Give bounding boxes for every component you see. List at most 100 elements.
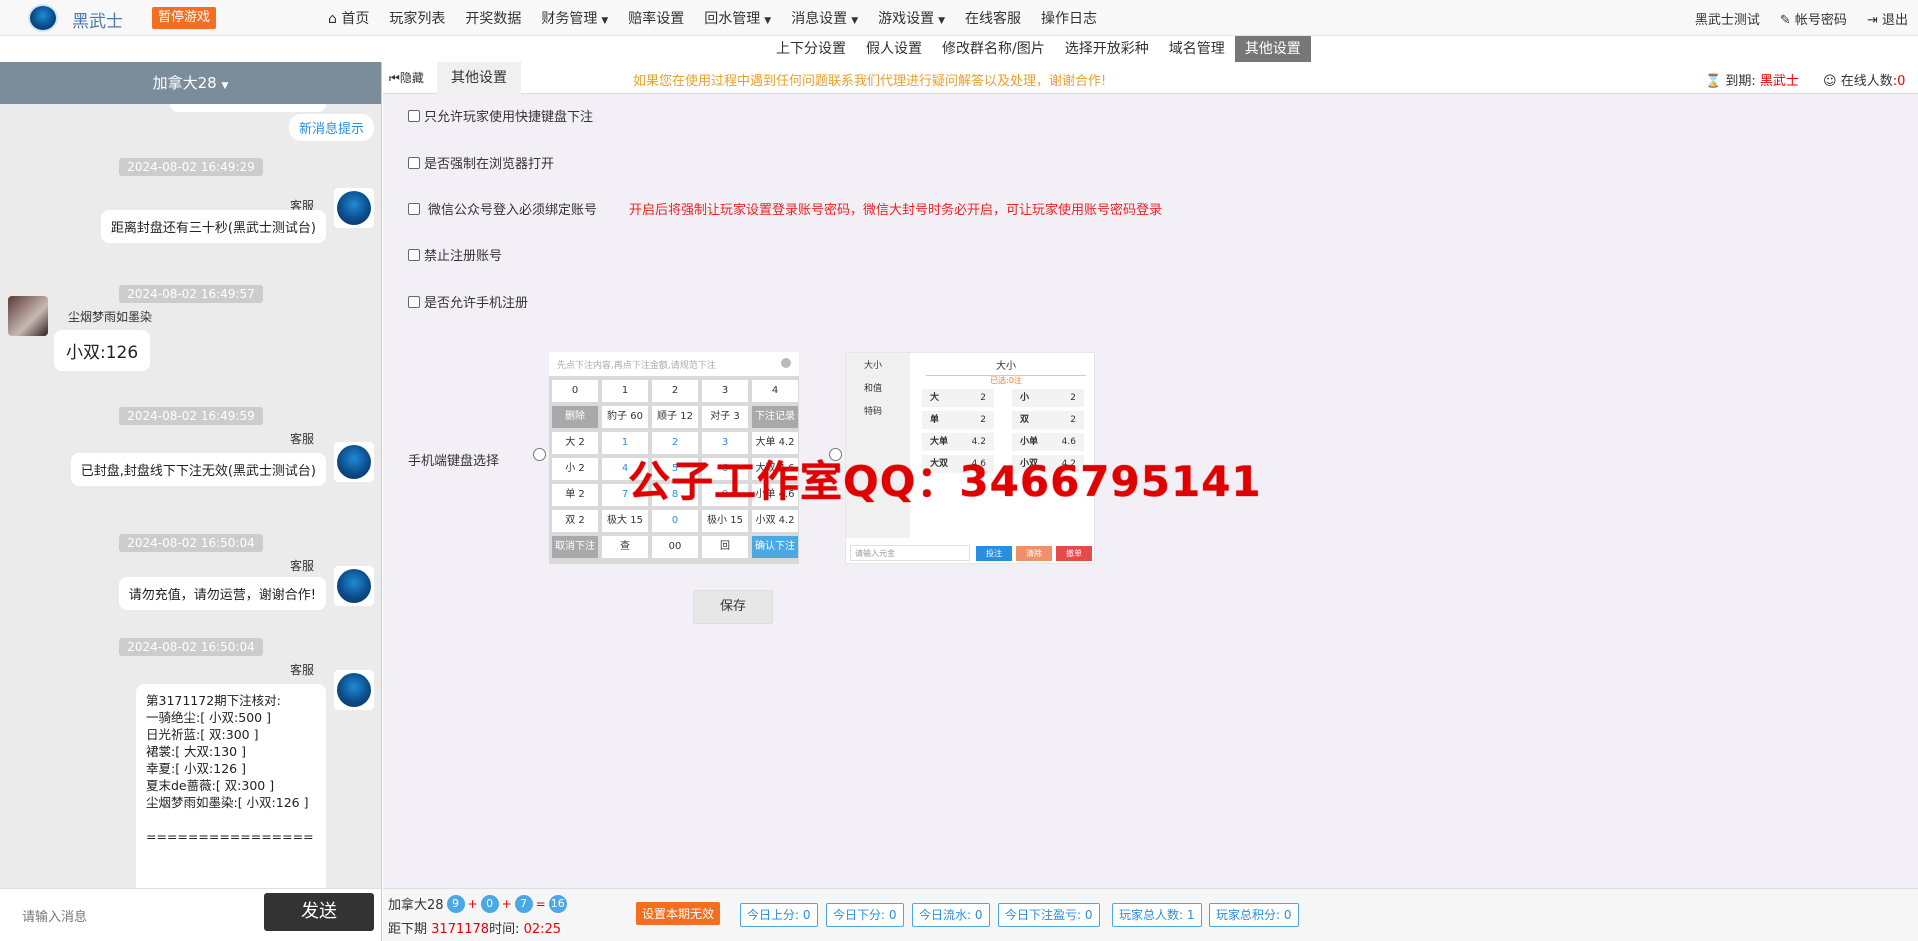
chat-input-bar: 请输入消息 发送 <box>0 888 382 941</box>
save-button[interactable]: 保存 <box>693 590 773 624</box>
kb2-cell: 单2 <box>922 411 994 429</box>
send-button[interactable]: 发送 <box>264 893 374 931</box>
stat-box: 玩家总积分: 0 <box>1209 903 1299 927</box>
kb1-key: 删除 <box>552 406 598 428</box>
kb2-button: 投注 <box>976 546 1012 561</box>
sub-nav-item[interactable]: 其他设置 <box>1234 36 1311 62</box>
nav-item[interactable]: 操作日志 <box>1031 8 1107 28</box>
setting-force-browser[interactable]: 是否强制在浏览器打开 <box>408 153 554 172</box>
keyboard1-radio[interactable] <box>533 448 546 461</box>
user-icon: ☺ <box>1823 74 1837 89</box>
edit-icon: ✎ <box>1779 12 1791 28</box>
kb1-key: 4 <box>752 380 798 402</box>
kb2-cell: 大2 <box>922 389 994 407</box>
nav-item[interactable]: 游戏设置 ▼ <box>868 8 955 28</box>
kb2-side-item: 大小 <box>864 361 883 371</box>
result-ball: 7 <box>514 894 533 913</box>
message-bubble: 距离封盘还有三十秒(黑武士测试台) <box>100 210 326 243</box>
kb1-key: 极小 15 <box>702 510 748 532</box>
checkbox[interactable] <box>408 295 420 308</box>
tab-other-settings[interactable]: 其他设置 <box>437 62 521 94</box>
current-user[interactable]: 黑武士测试 <box>1685 9 1770 28</box>
setting-disable-register[interactable]: 禁止注册账号 <box>408 245 502 264</box>
setting-allow-phone-register[interactable]: 是否允许手机注册 <box>408 292 528 311</box>
kb1-key: 0 <box>552 380 598 402</box>
setting-quick-keyboard[interactable]: 只允许玩家使用快捷键盘下注 <box>408 106 593 125</box>
set-period-invalid-button[interactable]: 设置本期无效 <box>636 902 721 925</box>
result-ball: 9 <box>446 894 465 913</box>
nav-item[interactable]: 开奖数据 <box>455 8 531 28</box>
kb1-key: 2 <box>652 380 698 402</box>
expire-info: ⌛ 到期: 黑武士 <box>1705 74 1799 89</box>
nav-item[interactable]: 财务管理 ▼ <box>531 8 618 28</box>
hide-panel-button[interactable]: ⏮隐藏 <box>389 69 424 86</box>
avatar[interactable] <box>334 566 374 606</box>
checkbox[interactable] <box>408 109 420 122</box>
kb1-key: 取消下注 <box>552 536 598 558</box>
checkbox[interactable] <box>408 156 420 169</box>
avatar[interactable] <box>334 442 374 482</box>
result-ball: 0 <box>480 894 499 913</box>
message-sender: 客服 <box>289 559 314 573</box>
checkbox[interactable] <box>408 202 420 215</box>
top-navbar: 黑武士 暂停游戏 ⌂ 首页 玩家列表 开奖数据 财务管理 ▼ 赔率设置 回水管理 ▼ 消息设置 ▼… <box>0 0 1918 36</box>
setting-wechat-bind[interactable]: 微信公众号登入必须绑定账号 开启后将强制让玩家设置登录账号密码，微信大封号时务必开… <box>408 199 1162 218</box>
message-input[interactable]: 请输入消息 <box>22 906 87 925</box>
kb1-key: 0 <box>652 510 698 532</box>
nav-item[interactable]: ⌂ 首页 <box>318 8 379 28</box>
watermark-text: 公子工作室QQ：3466795141 <box>628 457 1262 506</box>
avatar[interactable] <box>334 188 374 228</box>
caret-down-icon: ▼ <box>764 16 772 26</box>
kb1-key: 豹子 60 <box>602 406 648 428</box>
home-icon: ⌂ <box>328 11 342 27</box>
chat-panel: 加拿大28 ▼ 新消息提示 2024-08-02 16:49:29 客服 距离封盘还… <box>0 62 382 888</box>
sub-nav-item[interactable]: 选择开放彩种 <box>1055 36 1159 62</box>
logout-icon: ⇥ <box>1866 12 1878 28</box>
sub-nav-item[interactable]: 上下分设置 <box>766 36 856 62</box>
kb2-button: 清除 <box>1016 546 1052 561</box>
message-timestamp: 2024-08-02 16:49:57 <box>0 285 381 303</box>
avatar[interactable] <box>334 670 374 710</box>
message-bubble: 第3171172期下注核对: 一骑绝尘:[ 小双:500 ] 日光祈蓝:[ 双:… <box>136 684 326 888</box>
logout-link[interactable]: ⇥ 退出 <box>1857 9 1918 28</box>
caret-down-icon: ▼ <box>601 16 609 26</box>
kb2-side-item: 和值 <box>864 384 883 394</box>
kb2-amount-input: 请输入元金 <box>850 545 970 561</box>
partial-message-bubble <box>170 104 326 112</box>
kb2-cell: 小2 <box>1012 389 1084 407</box>
kb2-head: 大小 <box>926 357 1086 376</box>
chat-messages: 新消息提示 2024-08-02 16:49:29 客服 距离封盘还有三十秒(黑武士… <box>0 104 381 888</box>
checkbox[interactable] <box>408 248 420 261</box>
kb1-key: 小双 4.2 <box>752 510 798 532</box>
nav-item[interactable]: 玩家列表 <box>379 8 455 28</box>
nav-item[interactable]: 消息设置 ▼ <box>781 8 868 28</box>
next-period: 距下期 3171178时间: 02:25 <box>388 922 562 937</box>
sub-nav-item[interactable]: 假人设置 <box>856 36 932 62</box>
kb1-key: 单 2 <box>552 484 598 506</box>
pause-game-button[interactable]: 暂停游戏 <box>152 7 217 29</box>
nav-item[interactable]: 回水管理 ▼ <box>694 8 781 28</box>
avatar[interactable] <box>8 296 48 336</box>
stat-box: 玩家总人数: 1 <box>1112 903 1202 927</box>
kb1-key: 对子 3 <box>702 406 748 428</box>
kb1-key: 3 <box>702 380 748 402</box>
room-selector[interactable]: 加拿大28 ▼ <box>0 62 381 104</box>
stat-box: 今日上分: 0 <box>740 903 818 927</box>
status-bar: 加拿大28 9 + 0 + 7 = 16 距下期 3171178时间: 02:25 设… <box>383 888 1918 941</box>
new-message-button[interactable]: 新消息提示 <box>288 114 374 141</box>
nav-item[interactable]: 在线客服 <box>955 8 1031 28</box>
sub-toolbar: ⏮隐藏 其他设置 如果您在使用过程中遇到任何问题联系我们代理进行疑问解答以及处理… <box>383 62 1918 94</box>
account-password-link[interactable]: ✎ 帐号密码 <box>1770 9 1857 28</box>
caret-down-icon: ▼ <box>221 81 229 91</box>
sub-nav-item[interactable]: 修改群名称/图片 <box>932 36 1055 62</box>
kb1-key: 小 2 <box>552 458 598 480</box>
kb1-key: 顺子 12 <box>652 406 698 428</box>
last-result: 加拿大28 9 + 0 + 7 = 16 <box>388 894 567 913</box>
message-sender: 客服 <box>289 663 314 677</box>
sub-nav-item[interactable]: 域名管理 <box>1159 36 1235 62</box>
online-count: ☺ 在线人数:0 <box>1823 74 1906 89</box>
nav-item[interactable]: 赔率设置 <box>618 8 694 28</box>
message-timestamp: 2024-08-02 16:49:59 <box>0 407 381 425</box>
kb1-input-hint: 先点下注内容,再点下注金额,请规范下注 <box>549 352 799 376</box>
message-bubble: 小双:126 <box>54 330 151 371</box>
